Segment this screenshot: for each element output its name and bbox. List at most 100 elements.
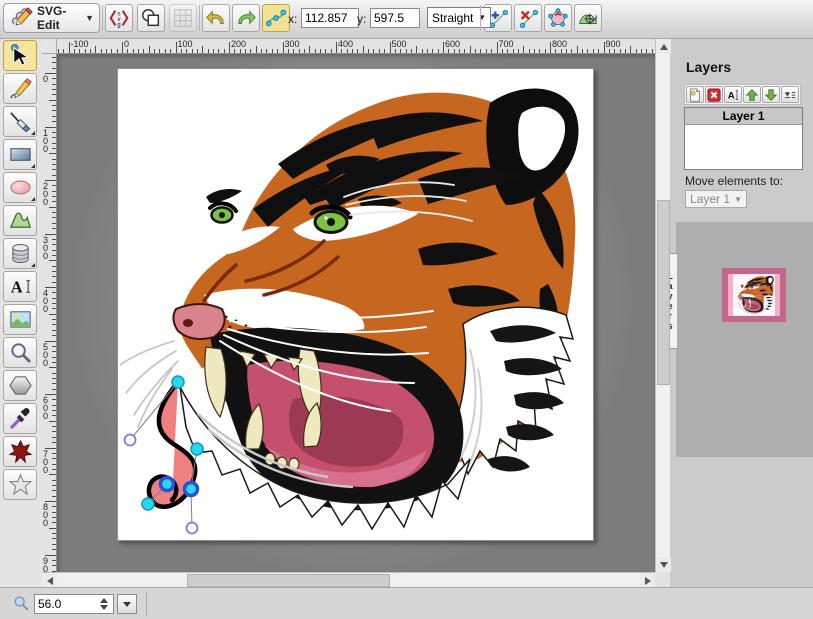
move-layer-up-button[interactable] bbox=[743, 86, 761, 103]
line-tool-icon bbox=[8, 109, 33, 134]
y-coordinate-label: y: bbox=[357, 12, 366, 26]
horizontal-ruler: -1000100200300400500600700800900 bbox=[57, 39, 655, 54]
scroll-down-button[interactable] bbox=[656, 557, 671, 572]
main-menu-button[interactable]: SVG-Edit ▼ bbox=[3, 3, 100, 33]
horizontal-scroll-thumb[interactable] bbox=[187, 574, 390, 587]
node-edit-icon bbox=[265, 7, 287, 29]
svgedit-logo-icon bbox=[9, 4, 33, 33]
vertical-scrollbar[interactable] bbox=[655, 39, 670, 572]
delete-node-icon bbox=[517, 7, 539, 29]
undo-icon bbox=[205, 7, 227, 29]
tool-image-button[interactable] bbox=[3, 304, 37, 335]
canvas-overview-panel bbox=[676, 222, 813, 457]
zoom-level-icon bbox=[12, 594, 30, 612]
new-layer-button[interactable] bbox=[686, 86, 704, 103]
move-layer-up-icon bbox=[745, 88, 759, 102]
document-properties-icon bbox=[140, 7, 162, 29]
svg-text:g: g bbox=[117, 22, 121, 28]
redo-button[interactable] bbox=[232, 4, 260, 32]
move-layer-down-button[interactable] bbox=[762, 86, 780, 103]
tool-polygon-button[interactable] bbox=[3, 370, 37, 401]
select-tool-icon bbox=[8, 43, 33, 68]
svg-text:A: A bbox=[10, 277, 22, 296]
rect-tool-icon bbox=[8, 142, 33, 167]
x-coordinate-input[interactable] bbox=[301, 8, 359, 28]
app-title: SVG-Edit bbox=[37, 4, 81, 32]
redo-icon bbox=[235, 7, 257, 29]
ruler-corner bbox=[42, 39, 57, 54]
layer-menu-icon bbox=[783, 88, 797, 102]
scrollbar-corner bbox=[655, 572, 670, 587]
tools-toolbar: A bbox=[0, 38, 43, 587]
tool-path-button[interactable] bbox=[3, 205, 37, 236]
tool-rect-button[interactable] bbox=[3, 139, 37, 170]
toolbar-separator bbox=[480, 5, 481, 31]
path-selected-point[interactable] bbox=[191, 443, 203, 455]
layer-buttons-row: A bbox=[684, 84, 801, 105]
svg-canvas[interactable] bbox=[117, 68, 594, 541]
vertical-ruler: 0100200300400500600700800900 bbox=[42, 54, 57, 572]
path-selected-point[interactable] bbox=[142, 498, 154, 510]
scroll-up-button[interactable] bbox=[656, 39, 671, 54]
zoom-level-field bbox=[34, 594, 114, 614]
undo-button[interactable] bbox=[202, 4, 230, 32]
scroll-right-button[interactable] bbox=[640, 573, 655, 588]
layers-panel-title: Layers bbox=[686, 59, 731, 75]
tool-ellipse-button[interactable] bbox=[3, 172, 37, 203]
eyedropper-tool-icon bbox=[8, 406, 33, 431]
image-tool-icon bbox=[8, 307, 33, 332]
rename-layer-button[interactable]: A bbox=[724, 86, 742, 103]
tool-ornament-button[interactable] bbox=[3, 436, 37, 467]
tool-star-button[interactable] bbox=[3, 469, 37, 500]
text-tool-icon: A bbox=[8, 274, 33, 299]
toolbar-separator bbox=[102, 5, 103, 31]
toolbar-separator bbox=[199, 5, 200, 31]
zoom-level-input[interactable] bbox=[35, 595, 95, 613]
open-close-path-icon bbox=[547, 7, 569, 29]
segment-type-value: Straight bbox=[432, 11, 473, 25]
tool-shapelib-button[interactable] bbox=[3, 238, 37, 269]
tool-select-button[interactable] bbox=[3, 40, 37, 71]
path-control-point[interactable] bbox=[125, 435, 136, 446]
path-node-point[interactable] bbox=[185, 483, 198, 496]
tool-line-button[interactable] bbox=[3, 106, 37, 137]
convert-to-path-button[interactable] bbox=[574, 4, 602, 32]
horizontal-scrollbar[interactable] bbox=[42, 572, 655, 587]
path-node-point[interactable] bbox=[161, 478, 174, 491]
tool-pencil-button[interactable] bbox=[3, 73, 37, 104]
star-tool-icon bbox=[8, 472, 33, 497]
vertical-scroll-thumb[interactable] bbox=[657, 200, 670, 385]
new-layer-icon bbox=[688, 88, 702, 102]
delete-node-button[interactable] bbox=[514, 4, 542, 32]
segment-type-select[interactable]: Straight ▼ bbox=[427, 7, 491, 28]
scroll-left-button[interactable] bbox=[42, 573, 57, 588]
layer-row[interactable]: Layer 1 bbox=[685, 108, 802, 125]
pencil-tool-icon bbox=[8, 76, 33, 101]
zoom-preset-dropdown[interactable] bbox=[117, 594, 137, 614]
y-coordinate-input[interactable] bbox=[370, 8, 420, 28]
document-properties-button[interactable] bbox=[137, 4, 165, 32]
node-edit-button[interactable] bbox=[262, 4, 290, 32]
delete-layer-button[interactable] bbox=[705, 86, 723, 103]
polygon-tool-icon bbox=[8, 373, 33, 398]
tool-text-button[interactable]: A bbox=[3, 271, 37, 302]
move-elements-select[interactable]: Layer 1 ▼ bbox=[685, 190, 747, 208]
shapelib-tool-icon bbox=[8, 241, 33, 266]
layer-menu-button[interactable] bbox=[781, 86, 799, 103]
canvas-thumbnail bbox=[728, 274, 780, 316]
path-selected-point[interactable] bbox=[172, 376, 184, 388]
path-control-point[interactable] bbox=[187, 523, 198, 534]
drawing-workspace[interactable] bbox=[57, 54, 655, 572]
move-elements-label: Move elements to: bbox=[685, 174, 783, 188]
zoom-stepper[interactable] bbox=[97, 596, 111, 612]
tool-zoom-button[interactable] bbox=[3, 337, 37, 368]
move-layer-down-icon bbox=[764, 88, 778, 102]
source-code-button[interactable]: svg bbox=[105, 4, 133, 32]
move-elements-value: Layer 1 bbox=[690, 192, 730, 206]
x-coordinate-label: x: bbox=[288, 12, 297, 26]
canvas-thumbnail-frame bbox=[722, 268, 786, 322]
tool-eyedropper-button[interactable] bbox=[3, 403, 37, 434]
source-code-icon: svg bbox=[108, 7, 130, 29]
open-close-path-button[interactable] bbox=[544, 4, 572, 32]
wireframe-grid-icon bbox=[172, 7, 194, 29]
